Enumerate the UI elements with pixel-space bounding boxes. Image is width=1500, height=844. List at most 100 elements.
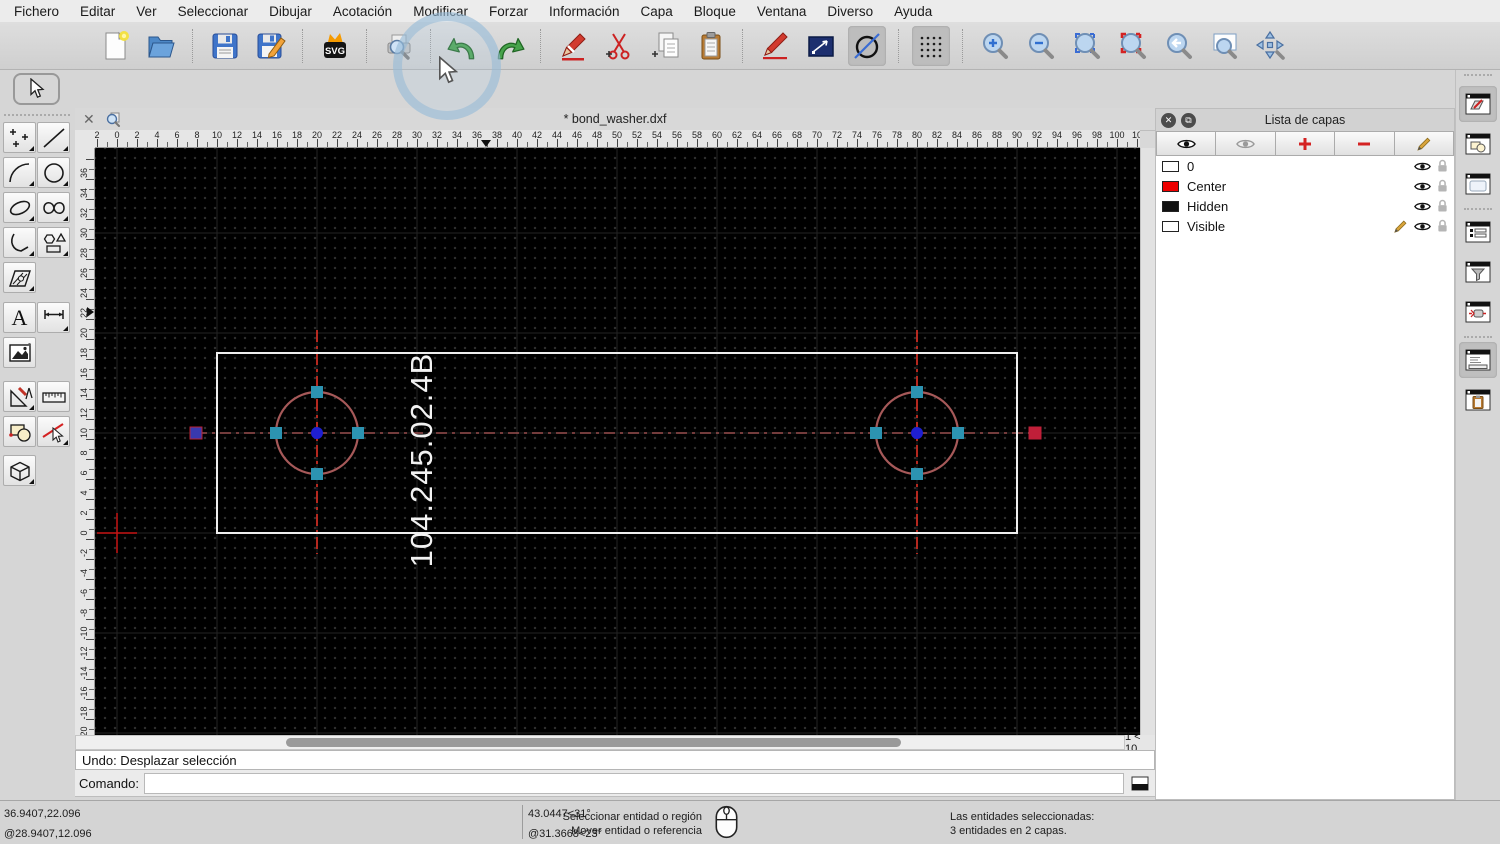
layer-visibility-eye-icon[interactable] [1414, 161, 1431, 172]
image-tool-button[interactable] [3, 337, 36, 368]
modify-tool-button[interactable] [3, 381, 36, 412]
properties-button[interactable] [802, 26, 840, 66]
zoom-previous-button[interactable] [1160, 26, 1198, 66]
zoom-pan-button[interactable] [1252, 26, 1290, 66]
menu-editar[interactable]: Editar [80, 4, 115, 19]
save-button[interactable] [206, 26, 244, 66]
command-history-line: Undo: Desplazar selección [75, 750, 1155, 770]
menu-fichero[interactable]: Fichero [14, 4, 59, 19]
undo-icon [447, 37, 475, 59]
pen-attributes-button[interactable] [756, 26, 794, 66]
show-all-layers-button[interactable] [1156, 131, 1217, 156]
hruler-label: 68 [791, 130, 802, 140]
command-dock-toggle-button[interactable] [1129, 773, 1151, 793]
ellipse-tool-button[interactable] [3, 192, 36, 223]
hatch-tool-button[interactable] [3, 262, 36, 293]
dock-entity-list-button[interactable] [1459, 214, 1497, 250]
layer-lock-icon[interactable] [1437, 159, 1448, 173]
edit-layer-button[interactable] [1394, 131, 1455, 156]
layer-visibility-eye-icon[interactable] [1414, 221, 1431, 232]
copy-button[interactable] [646, 26, 684, 66]
minus-icon [1358, 142, 1371, 145]
remove-layer-button[interactable] [1335, 131, 1395, 156]
menu-bloque[interactable]: Bloque [694, 4, 736, 19]
points-tool-button[interactable] [3, 122, 36, 153]
measure-tool-button[interactable] [37, 381, 70, 412]
menu-seleccionar[interactable]: Seleccionar [178, 4, 249, 19]
menu-modificar[interactable]: Modificar [413, 4, 468, 19]
menu-dibujar[interactable]: Dibujar [269, 4, 312, 19]
arc-tool-button[interactable] [3, 157, 36, 188]
layer-lock-icon[interactable] [1437, 199, 1448, 213]
layer-row[interactable]: Center [1156, 176, 1454, 196]
menu-forzar[interactable]: Forzar [489, 4, 528, 19]
vertical-scrollbar[interactable] [1140, 148, 1155, 735]
command-input[interactable] [143, 772, 1124, 794]
dock-library-browser-button[interactable] [1459, 166, 1497, 202]
circle-line-tool-button[interactable] [848, 25, 886, 66]
layer-row[interactable]: Visible [1156, 216, 1454, 236]
delete-selected-button[interactable] [554, 26, 592, 66]
horizontal-scrollbar-thumb[interactable] [286, 738, 901, 747]
blocks-tool-button[interactable] [3, 416, 36, 447]
menu-acotación[interactable]: Acotación [333, 4, 392, 19]
select-entity-tool-button[interactable] [37, 416, 70, 447]
zoom-window-button[interactable] [1206, 26, 1244, 66]
dock-section-view-button[interactable] [1459, 294, 1497, 330]
redo-button[interactable] [490, 26, 528, 66]
paste-button[interactable] [692, 26, 730, 66]
drawing-canvas[interactable]: 104.245.02.4B [95, 148, 1140, 735]
vruler-label: -16 [79, 686, 89, 700]
menu-diverso[interactable]: Diverso [827, 4, 873, 19]
circle-tool-button[interactable] [37, 157, 70, 188]
select-tool-button[interactable] [13, 73, 60, 105]
dock-separator [1464, 336, 1492, 338]
layer-panel-close-button[interactable]: ✕ [1161, 112, 1176, 128]
dock-block-list-button[interactable] [1459, 126, 1497, 162]
text-tool-button[interactable]: A [3, 302, 36, 333]
dock-entity-filter-button[interactable] [1459, 254, 1497, 290]
layer-visibility-eye-icon[interactable] [1414, 201, 1431, 212]
layer-lock-icon[interactable] [1437, 179, 1448, 193]
dock-clipboard-button[interactable] [1459, 382, 1497, 418]
undo-button[interactable] [444, 26, 482, 66]
zoom-out-button[interactable] [1022, 26, 1060, 66]
polygon-tool-button[interactable] [37, 227, 70, 258]
status-bar: 36.9407,22.096 @28.9407,12.096 43.0447<3… [0, 800, 1500, 844]
snap-grid-button[interactable] [912, 25, 950, 66]
layer-panel-float-button[interactable]: ⧉ [1181, 112, 1196, 128]
horizontal-scrollbar[interactable] [75, 735, 1125, 750]
cut-button[interactable] [600, 26, 638, 66]
menu-ayuda[interactable]: Ayuda [894, 4, 932, 19]
polyline-tool-button[interactable] [3, 227, 36, 258]
menu-ventana[interactable]: Ventana [757, 4, 807, 19]
solid-3d-tool-button[interactable] [3, 455, 36, 486]
spline-tool-button[interactable] [37, 192, 70, 223]
layer-lock-icon[interactable] [1437, 219, 1448, 233]
export-svg-button[interactable]: SVG [316, 26, 354, 66]
dimension-tool-button[interactable] [37, 302, 70, 333]
hruler-label: 12 [231, 130, 242, 140]
layer-visibility-eye-icon[interactable] [1414, 181, 1431, 192]
menu-ver[interactable]: Ver [136, 4, 156, 19]
zoom-auto-button[interactable] [1068, 26, 1106, 66]
hruler-label: 48 [591, 130, 602, 140]
print-preview-button[interactable] [380, 26, 418, 66]
new-drawing-button[interactable] [96, 26, 134, 66]
open-drawing-button[interactable] [142, 26, 180, 66]
save-as-button[interactable] [252, 26, 290, 66]
zoom-in-button[interactable] [976, 26, 1014, 66]
menu-información[interactable]: Información [549, 4, 620, 19]
zoom-selected-button[interactable] [1114, 26, 1152, 66]
add-layer-button[interactable] [1275, 131, 1336, 156]
toolbar-separator [430, 28, 432, 63]
tab-close-button[interactable]: ✕ [83, 112, 95, 126]
hruler-label: 24 [351, 130, 362, 140]
dock-layer-list-button[interactable] [1459, 86, 1497, 122]
layer-row[interactable]: 0 [1156, 156, 1454, 176]
line-tool-button[interactable] [37, 122, 70, 153]
dock-command-line-button[interactable] [1459, 342, 1497, 378]
menu-capa[interactable]: Capa [641, 4, 673, 19]
hide-all-layers-button[interactable] [1216, 131, 1276, 156]
layer-row[interactable]: Hidden [1156, 196, 1454, 216]
